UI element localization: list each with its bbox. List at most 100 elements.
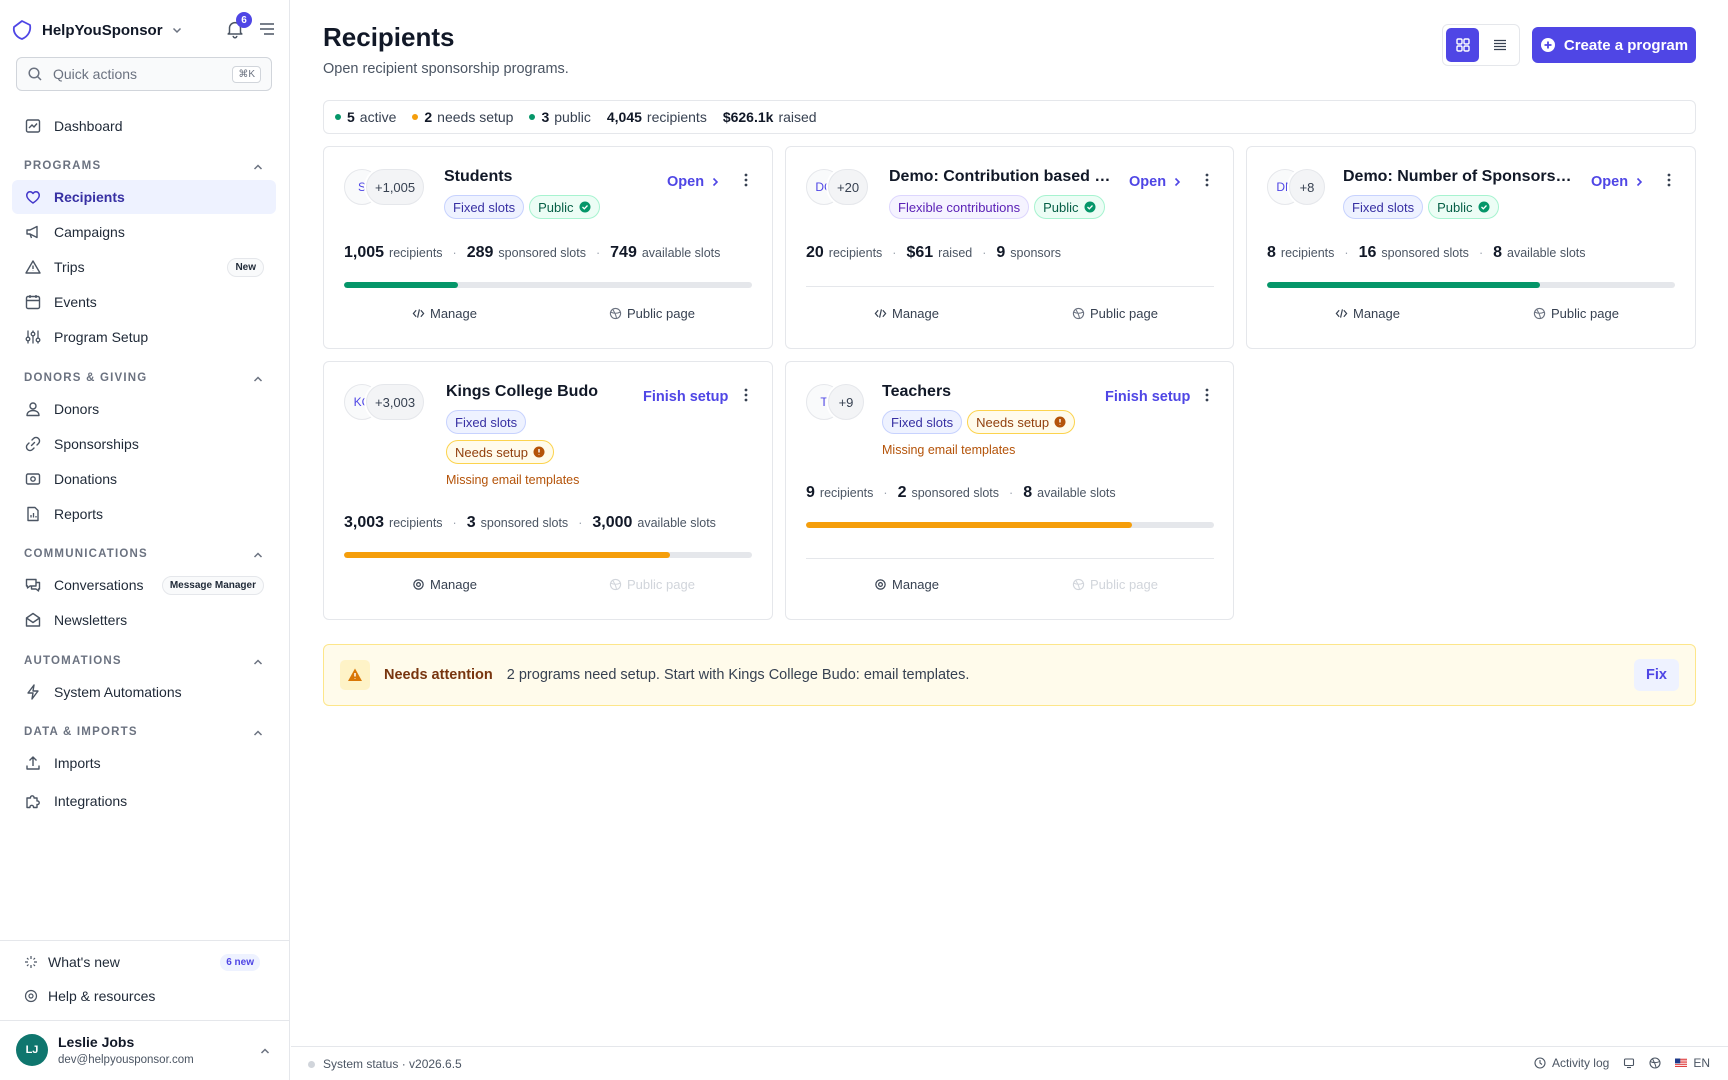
list-icon — [1493, 39, 1506, 51]
quick-actions-search[interactable]: Quick actions ⌘K — [16, 57, 272, 91]
users-icon — [26, 402, 40, 417]
open-program-link[interactable]: Open — [1129, 174, 1182, 190]
activity-log-link[interactable]: Activity log — [1534, 1056, 1609, 1070]
sidebar-item-integrations[interactable]: Integrations — [12, 784, 276, 818]
program-title[interactable]: Teachers — [882, 383, 1082, 401]
page-title: Recipients — [323, 22, 455, 52]
chevron-up-icon[interactable] — [252, 161, 264, 173]
chevron-right-icon — [712, 177, 719, 187]
recipient-count-avatar: +8 — [1289, 169, 1325, 205]
public-page-link[interactable]: Public page — [1072, 306, 1158, 321]
section-communications: COMMUNICATIONS — [24, 548, 148, 560]
manage-button[interactable]: Manage — [874, 306, 939, 321]
user-email: dev@helpyousponsor.com — [58, 1054, 194, 1066]
setup-warning: Missing email templates — [446, 473, 580, 487]
create-program-button[interactable]: Create a program — [1532, 27, 1696, 63]
open-program-link[interactable]: Open — [1591, 174, 1644, 190]
manage-button[interactable]: Manage — [874, 577, 939, 592]
status-indicator — [308, 1061, 315, 1068]
user-profile[interactable]: LJ Leslie Jobs dev@helpyousponsor.com — [0, 1020, 290, 1080]
sidebar-item-imports[interactable]: Imports — [12, 746, 276, 780]
program-metrics: 1,005 recipients · 289 sponsored slots · 749… — [344, 244, 721, 261]
section-programs: PROGRAMS — [24, 160, 102, 172]
link-icon — [25, 436, 41, 452]
sidebar-item-events[interactable]: Events — [12, 285, 276, 319]
more-options-icon[interactable] — [1199, 387, 1215, 403]
progress-fill — [344, 282, 459, 288]
globe-icon[interactable] — [1649, 1057, 1661, 1069]
plus-circle-icon — [1540, 38, 1555, 52]
program-chips: Fixed slots Public — [444, 195, 600, 219]
fix-button[interactable]: Fix — [1634, 659, 1679, 691]
attention-title: Needs attention — [384, 667, 493, 683]
sliders-icon — [25, 330, 41, 344]
sidebar-item-trips[interactable]: Trips New — [12, 250, 276, 284]
sidebar-item-donors[interactable]: Donors — [12, 392, 276, 426]
user-name: Leslie Jobs — [58, 1034, 135, 1050]
clock-icon — [1534, 1057, 1546, 1069]
more-options-icon[interactable] — [1661, 172, 1677, 188]
whats-new-count: 6 new — [220, 953, 260, 971]
finish-setup-link[interactable]: Finish setup — [1105, 389, 1190, 405]
stat-public: 3 public — [529, 109, 591, 125]
page-subtitle: Open recipient sponsorship programs. — [323, 61, 569, 77]
code-icon — [412, 309, 425, 318]
sidebar-menu-icon[interactable] — [258, 20, 276, 38]
open-program-link[interactable]: Open — [667, 174, 720, 190]
sidebar-item-program-setup[interactable]: Program Setup — [12, 320, 276, 354]
sponsorship-progress-bar — [344, 282, 752, 288]
sidebar-item-newsletters[interactable]: Newsletters — [12, 603, 276, 637]
recipient-avatars: KC +3,003 — [344, 384, 425, 420]
sidebar-item-campaigns[interactable]: Campaigns — [12, 215, 276, 249]
public-page-link: Public page — [609, 577, 695, 592]
status-dot — [529, 114, 536, 120]
notification-count-badge: 6 — [236, 12, 252, 28]
list-view-button[interactable] — [1483, 28, 1516, 62]
chip-public: Public — [1428, 195, 1499, 219]
program-metrics: 8 recipients · 16 sponsored slots · 8 availab… — [1267, 244, 1586, 261]
setup-warning: Missing email templates — [882, 443, 1016, 457]
system-status-link[interactable]: System status · v2026.6.5 — [323, 1057, 462, 1071]
program-card: DN +8 Demo: Number of Sponsors -… Fixed … — [1246, 146, 1696, 349]
more-options-icon[interactable] — [1199, 172, 1215, 188]
public-page-link[interactable]: Public page — [609, 306, 695, 321]
chevron-up-icon[interactable] — [252, 373, 264, 385]
upload-icon — [26, 756, 40, 770]
program-title[interactable]: Kings College Budo — [446, 383, 646, 401]
sidebar-item-reports[interactable]: Reports — [12, 497, 276, 531]
sidebar-item-system-automations[interactable]: System Automations — [12, 675, 276, 709]
calendar-icon — [25, 295, 41, 310]
sidebar-item-recipients[interactable]: Recipients — [12, 180, 276, 214]
status-dot — [335, 114, 341, 120]
sidebar: HelpYouSponsor 6 Quick actions ⌘K Dashbo… — [0, 0, 290, 1080]
manage-button[interactable]: Manage — [412, 306, 477, 321]
manage-button[interactable]: Manage — [1335, 306, 1400, 321]
sidebar-item-sponsorships[interactable]: Sponsorships — [12, 427, 276, 461]
manage-button[interactable]: Manage — [412, 577, 477, 592]
more-options-icon[interactable] — [738, 387, 754, 403]
program-title[interactable]: Demo: Contribution based - … — [889, 168, 1114, 186]
recipient-count-avatar: +3,003 — [366, 384, 425, 420]
puzzle-icon — [26, 795, 40, 809]
chevron-up-icon[interactable] — [252, 549, 264, 561]
sidebar-item-dashboard[interactable]: Dashboard — [12, 109, 276, 143]
finish-setup-link[interactable]: Finish setup — [643, 389, 728, 405]
attention-message: 2 programs need setup. Start with Kings … — [506, 667, 970, 683]
sidebar-item-conversations[interactable]: Conversations Message Manager — [12, 568, 276, 602]
program-title[interactable]: Students — [444, 168, 634, 186]
chip-fixed-slots: Fixed slots — [882, 410, 963, 434]
monitor-icon[interactable] — [1623, 1057, 1635, 1069]
footer-actions: Activity log EN — [1534, 1056, 1710, 1070]
globe-icon — [1072, 307, 1085, 320]
program-title[interactable]: Demo: Number of Sponsors -… — [1343, 168, 1575, 186]
language-selector[interactable]: EN — [1675, 1056, 1710, 1070]
public-page-link[interactable]: Public page — [1533, 306, 1619, 321]
grid-view-button[interactable] — [1446, 28, 1479, 62]
chevron-up-icon[interactable] — [252, 656, 264, 668]
help-resources-link[interactable]: Help & resources — [12, 981, 276, 1011]
chevron-up-icon[interactable] — [252, 727, 264, 739]
whats-new-link[interactable]: What's new 6 new — [12, 947, 276, 977]
chevron-down-icon — [172, 27, 181, 34]
more-options-icon[interactable] — [738, 172, 754, 188]
sidebar-item-donations[interactable]: Donations — [12, 462, 276, 496]
